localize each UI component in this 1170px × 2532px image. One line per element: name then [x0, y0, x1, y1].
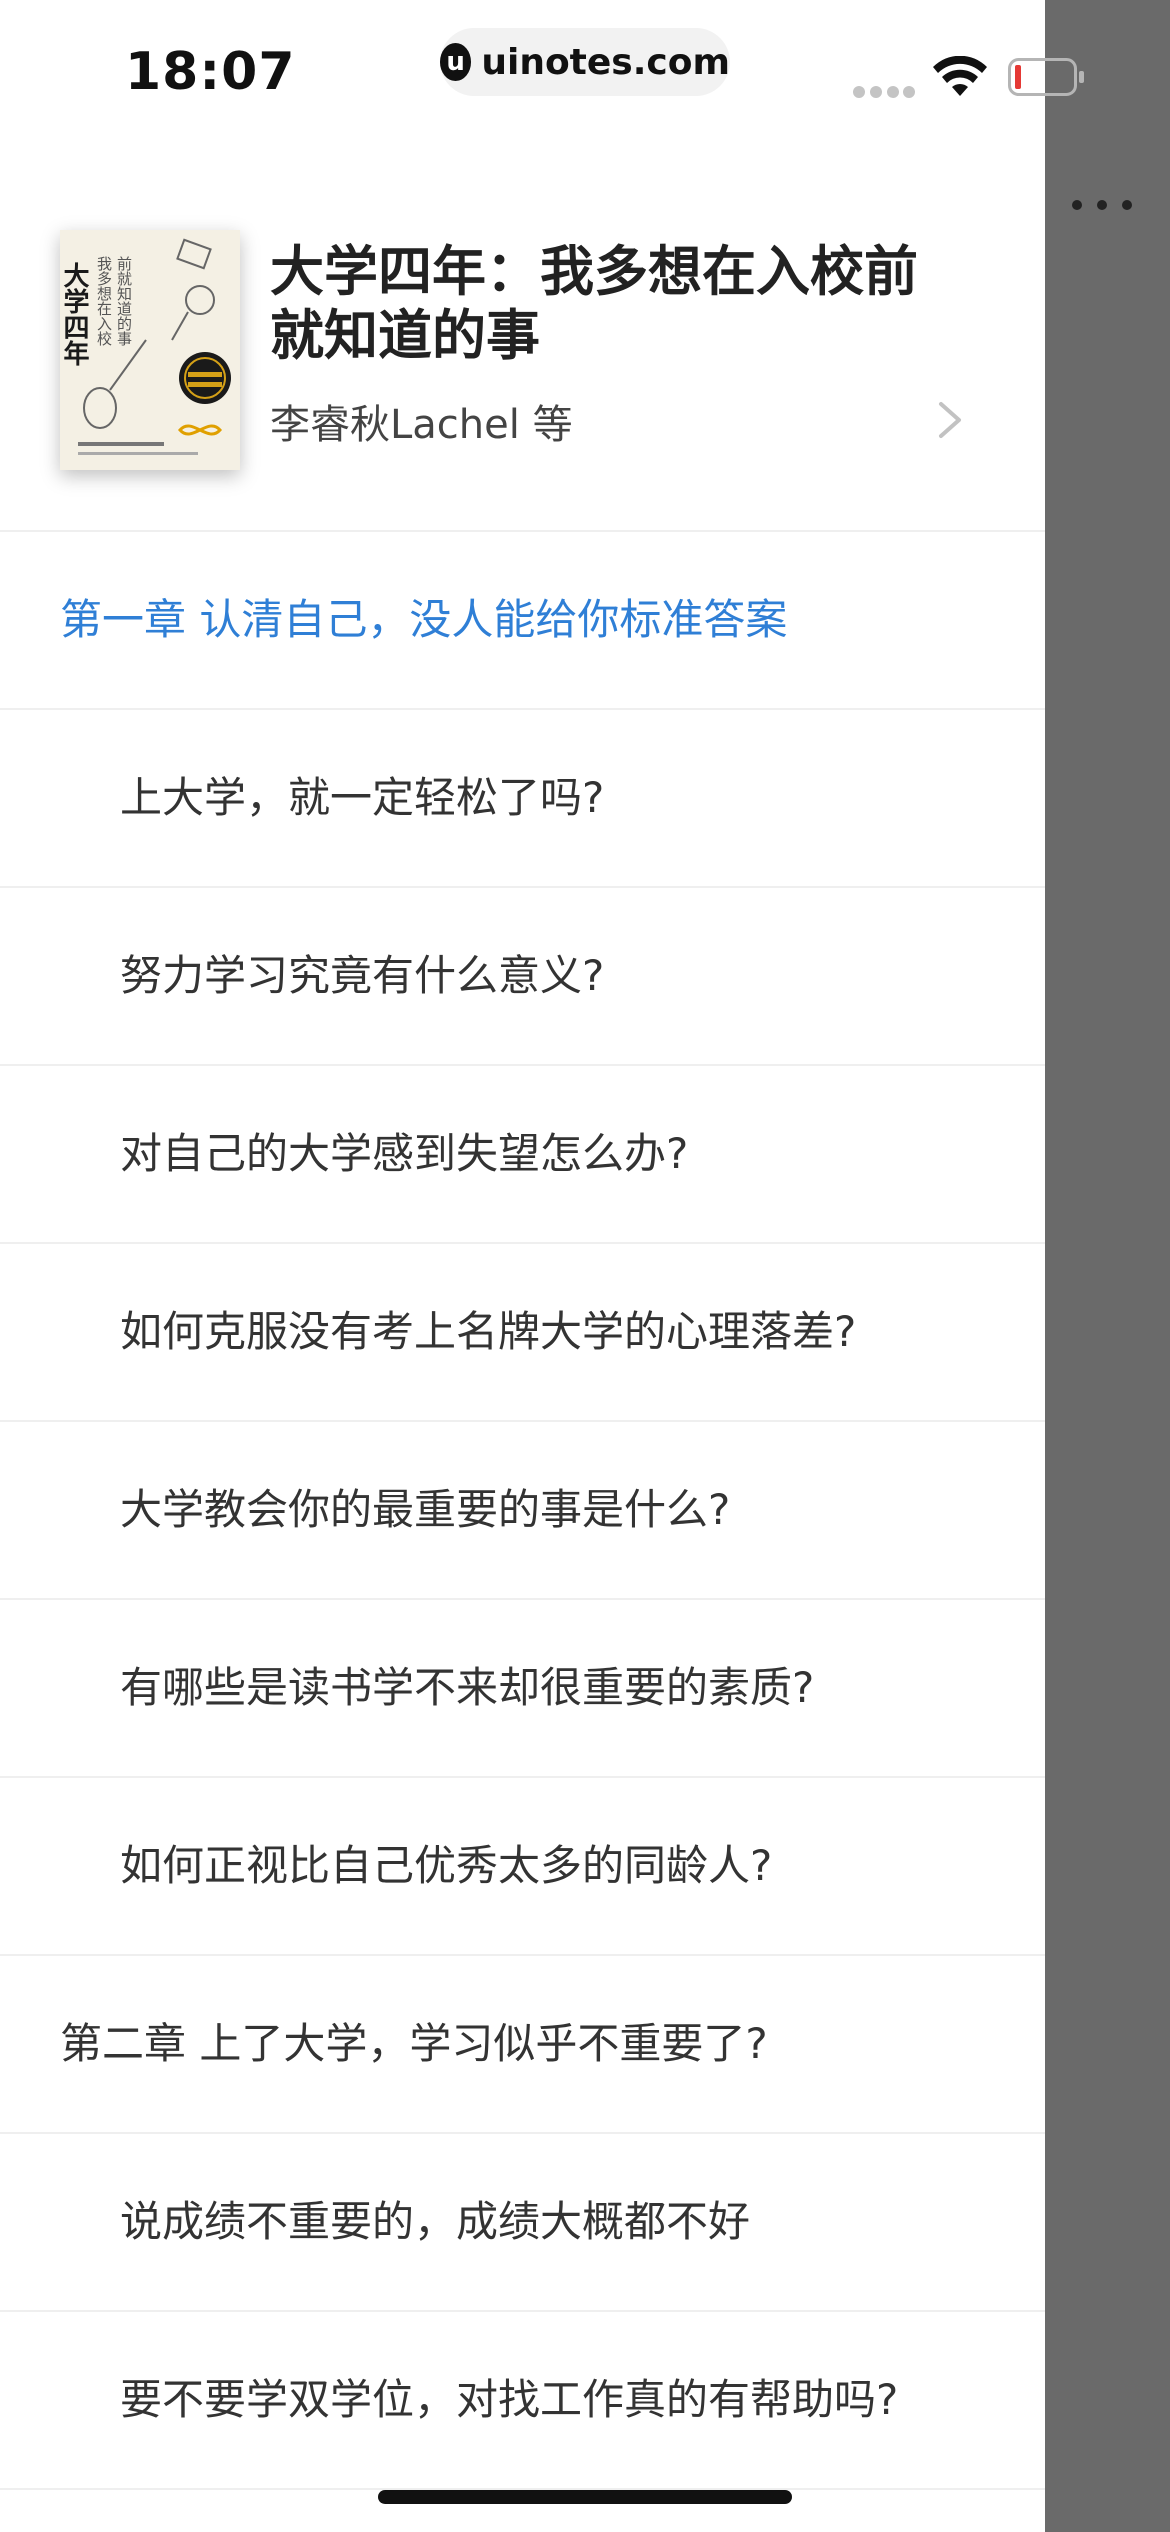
toc-item-label: 要不要学双学位，对找工作真的有帮助吗? [120, 2375, 899, 2424]
toc-section-item[interactable]: 努力学习究竟有什么意义? [0, 888, 1045, 1066]
toc-section-item[interactable]: 如何正视比自己优秀太多的同龄人? [0, 1778, 1045, 1956]
home-indicator[interactable] [378, 2490, 792, 2504]
toc-item-label: 如何克服没有考上名牌大学的心理落差? [120, 1307, 857, 1356]
url-badge: u uinotes.com [440, 28, 730, 96]
toc-section-item[interactable]: 要不要学双学位，对找工作真的有帮助吗? [0, 2312, 1045, 2490]
more-icon[interactable] [1072, 200, 1132, 212]
chevron-right-icon [939, 402, 961, 438]
wifi-icon [933, 56, 987, 96]
book-cover-image: 大学四年 我多想在入校 前就知道的事 [60, 230, 240, 470]
toc-drawer: 大学四年 我多想在入校 前就知道的事 大学四年：我多想在入校前就知道的事 李睿秋… [0, 130, 1045, 2532]
toc-item-label: 大学教会你的最重要的事是什么? [120, 1485, 731, 1534]
toc-section-item[interactable]: 大学教会你的最重要的事是什么? [0, 1422, 1045, 1600]
svg-text:我多想在入校: 我多想在入校 [95, 256, 113, 346]
toc-section-item[interactable]: 上大学，就一定轻松了吗? [0, 710, 1045, 888]
toc-item-label: 说成绩不重要的，成绩大概都不好 [120, 2197, 751, 2246]
book-author: 李睿秋Lachel 等 [270, 402, 573, 448]
signal-dots-icon [853, 86, 915, 98]
svg-text:前就知道的事: 前就知道的事 [115, 256, 133, 346]
toc-section-item[interactable]: 说成绩不重要的，成绩大概都不好 [0, 2134, 1045, 2312]
site-logo-icon: u [440, 43, 472, 81]
book-title: 大学四年：我多想在入校前就知道的事 [270, 240, 918, 367]
status-bar: 18:07 u uinotes.com [0, 0, 1084, 130]
toc-list: 第一章 认清自己，没人能给你标准答案上大学，就一定轻松了吗? 努力学习究竟有什么意… [0, 532, 1045, 2490]
toc-item-label: 第二章 上了大学，学习似乎不重要了? [60, 2019, 768, 2068]
battery-low-icon [1008, 58, 1084, 96]
toc-section-item[interactable]: 如何克服没有考上名牌大学的心理落差? [0, 1244, 1045, 1422]
toc-item-label: 努力学习究竟有什么意义? [120, 951, 605, 1000]
toc-chapter-item[interactable]: 第二章 上了大学，学习似乎不重要了? [0, 1956, 1045, 2134]
screen: 你 可永 点， ， 置 18:07 u uinotes.com [0, 0, 1170, 2532]
dim-overlay[interactable] [1045, 0, 1170, 2532]
status-time: 18:07 [125, 42, 296, 102]
toc-item-label: 对自己的大学感到失望怎么办? [120, 1129, 689, 1178]
toc-section-item[interactable]: 对自己的大学感到失望怎么办? [0, 1066, 1045, 1244]
toc-chapter-item[interactable]: 第一章 认清自己，没人能给你标准答案 [0, 532, 1045, 710]
toc-section-item[interactable]: 有哪些是读书学不来却很重要的素质? [0, 1600, 1045, 1778]
url-text: uinotes.com [481, 41, 730, 83]
toc-item-label: 如何正视比自己优秀太多的同龄人? [120, 1841, 773, 1890]
toc-item-label: 有哪些是读书学不来却很重要的素质? [120, 1663, 815, 1712]
toc-item-label: 第一章 认清自己，没人能给你标准答案 [60, 595, 788, 644]
svg-text:大学四年: 大学四年 [60, 262, 89, 366]
book-info-header[interactable]: 大学四年 我多想在入校 前就知道的事 大学四年：我多想在入校前就知道的事 李睿秋… [0, 130, 1045, 532]
toc-item-label: 上大学，就一定轻松了吗? [120, 773, 605, 822]
